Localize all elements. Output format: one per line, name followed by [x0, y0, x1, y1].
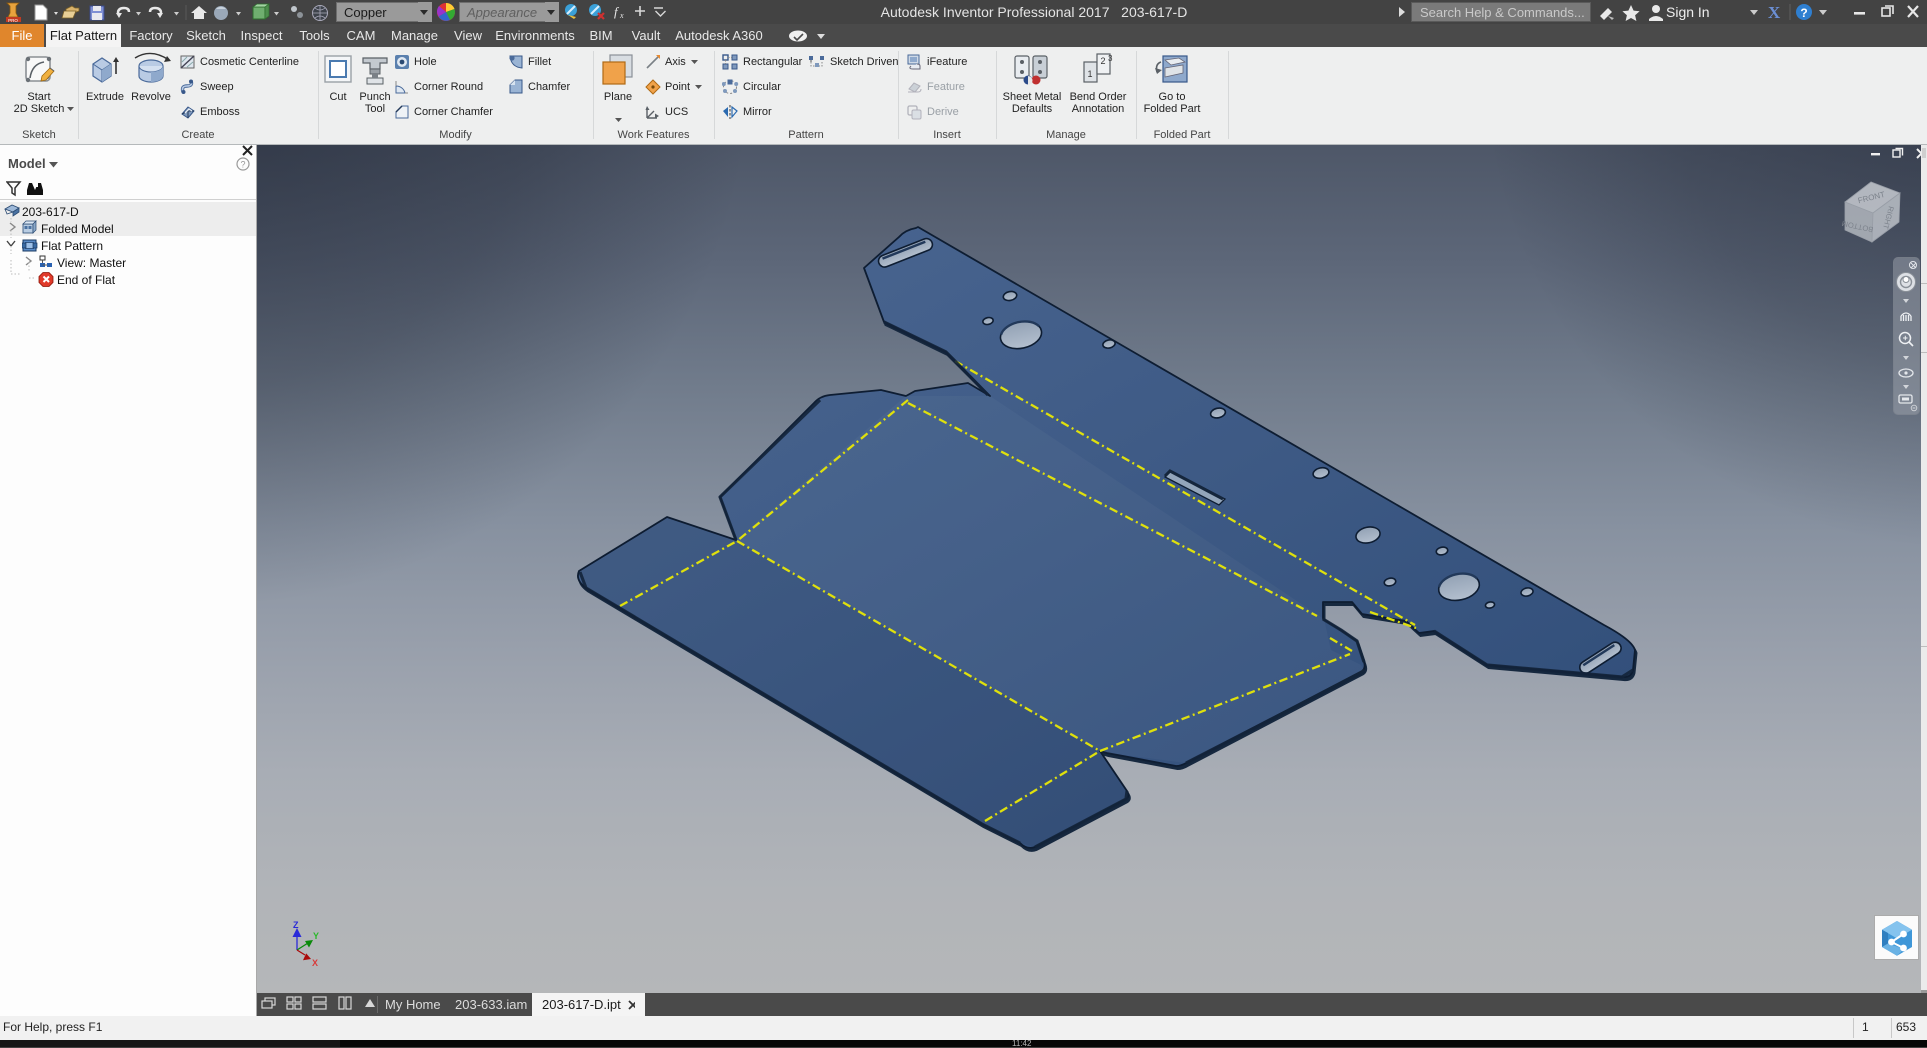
svg-text:Z: Z [293, 920, 299, 930]
svg-text:1: 1 [1087, 69, 1092, 79]
svg-text:?: ? [240, 160, 245, 170]
svg-text:Y: Y [313, 931, 319, 941]
svg-text:?: ? [1800, 6, 1807, 20]
svg-text:3: 3 [1108, 54, 1113, 63]
svg-text:X: X [312, 958, 318, 968]
svg-text:PRO: PRO [8, 18, 18, 23]
svg-text:Sign In: Sign In [1666, 4, 1710, 20]
svg-text:X: X [1768, 3, 1781, 22]
svg-text:x: x [619, 11, 624, 20]
svg-text:2: 2 [1100, 56, 1105, 66]
